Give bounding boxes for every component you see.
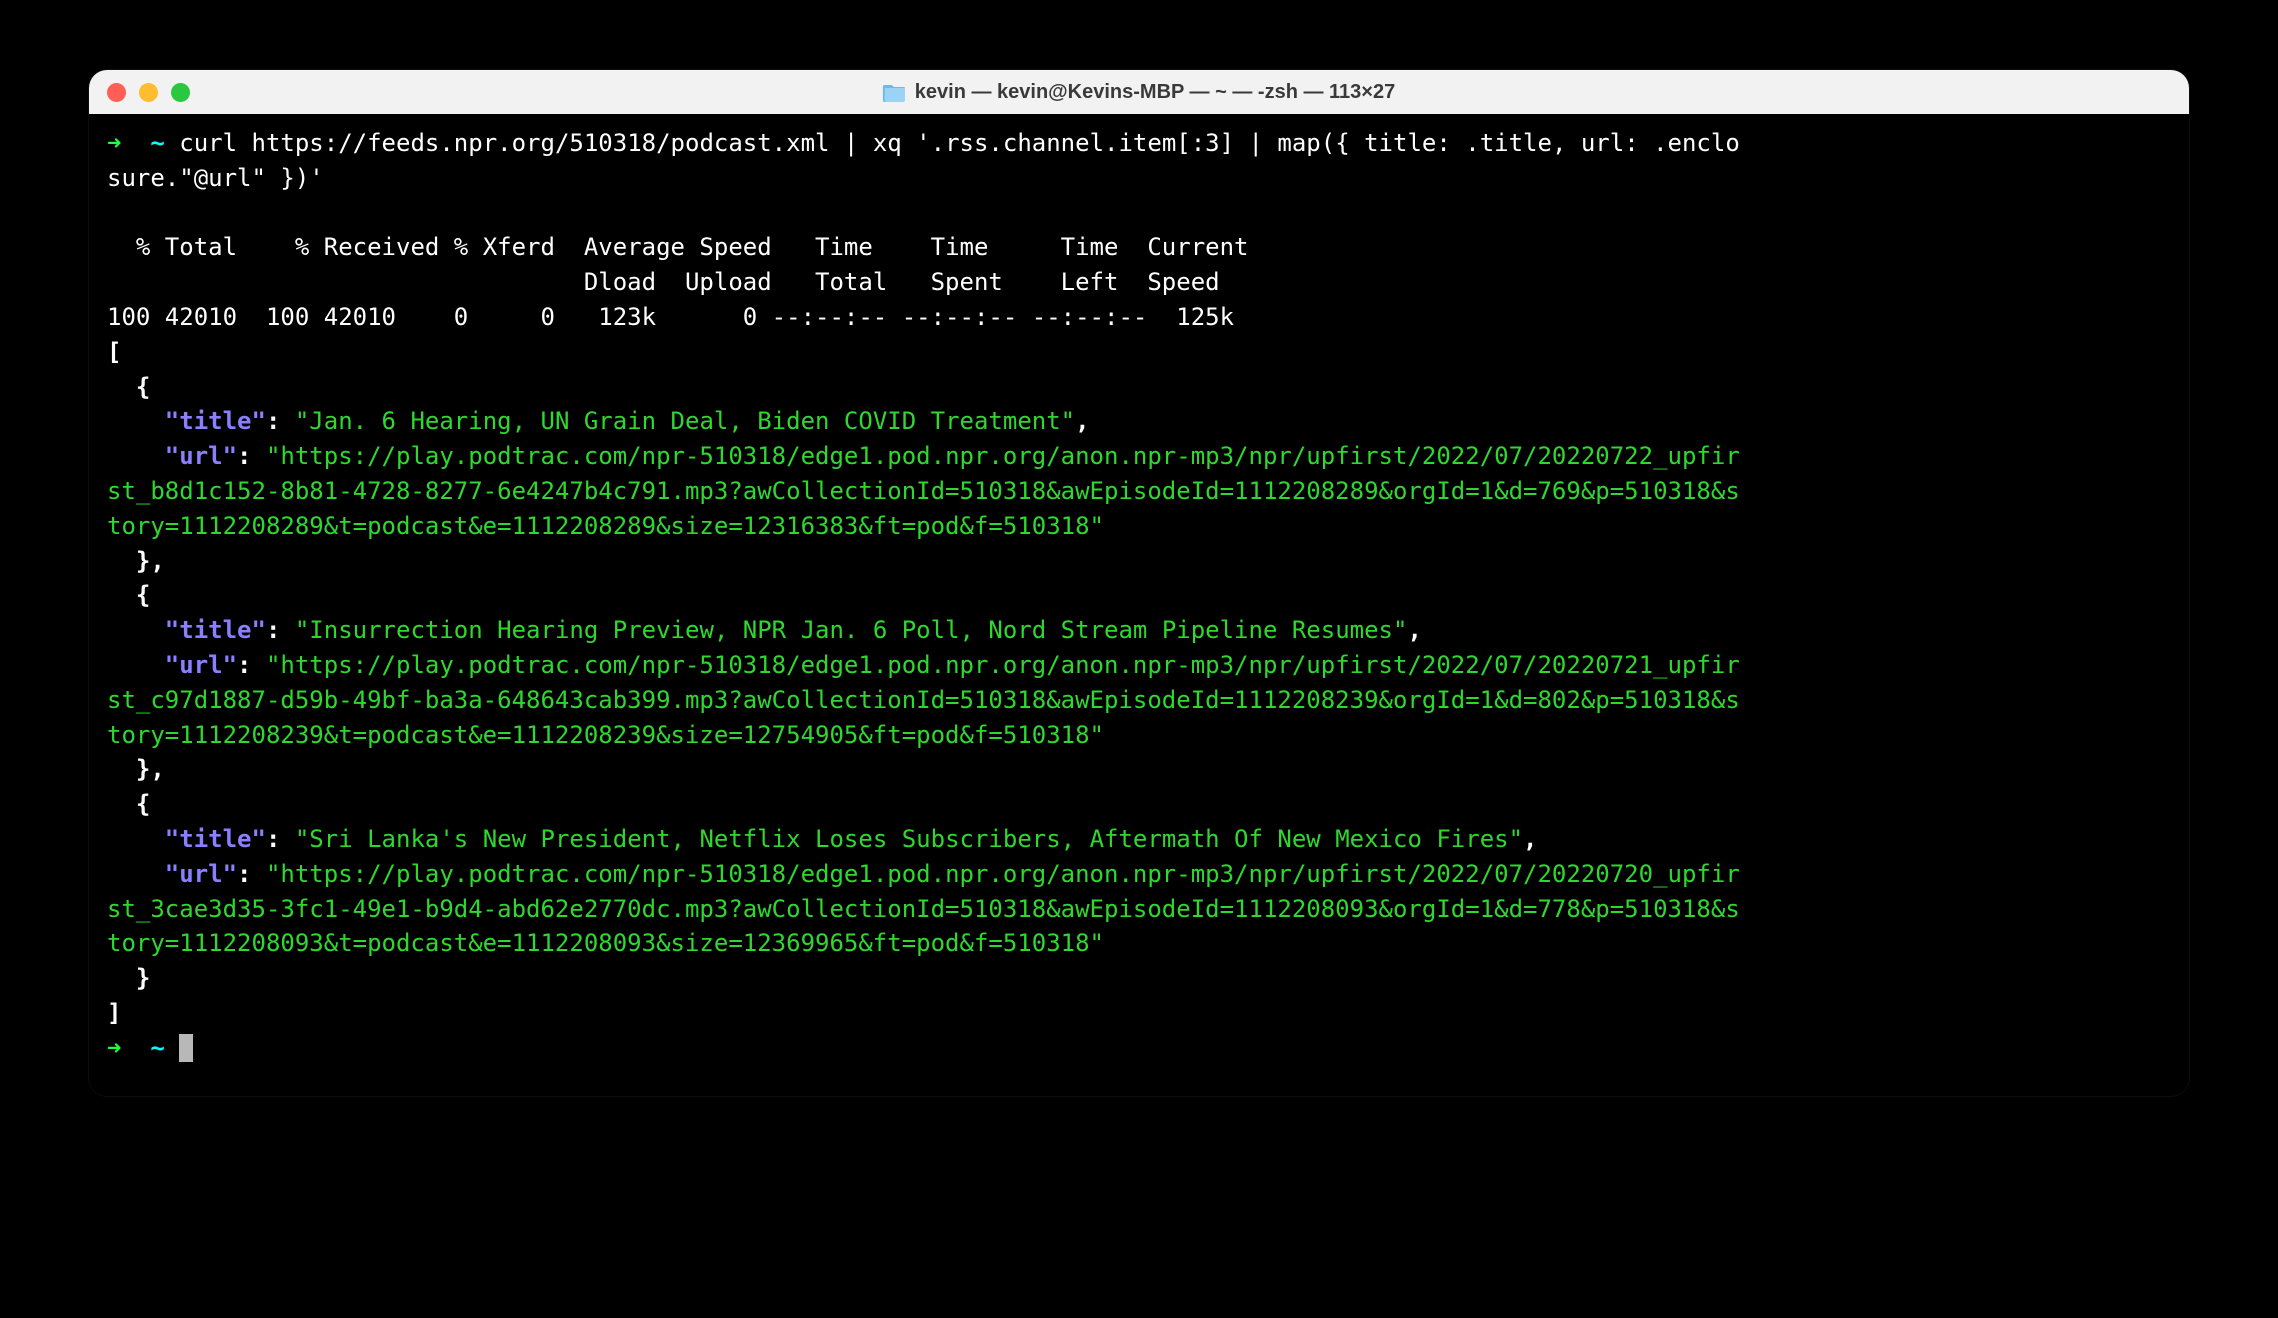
json-comma: ,	[1075, 407, 1089, 435]
traffic-lights	[107, 83, 190, 102]
json-title-value: "Jan. 6 Hearing, UN Grain Deal, Biden CO…	[295, 407, 1075, 435]
json-key-url: "url"	[165, 860, 237, 888]
json-url-value-l2: st_3cae3d35-3fc1-49e1-b9d4-abd62e2770dc.…	[107, 895, 1740, 923]
json-url-value-l1: "https://play.podtrac.com/npr-510318/edg…	[266, 442, 1740, 470]
json-url-value-l1: "https://play.podtrac.com/npr-510318/edg…	[266, 651, 1740, 679]
command-text-line2: sure."@url" })'	[107, 164, 324, 192]
json-key-title: "title"	[165, 616, 266, 644]
json-url-value-l3: tory=1112208289&t=podcast&e=1112208289&s…	[107, 512, 1104, 540]
json-title-value: "Insurrection Hearing Preview, NPR Jan. …	[295, 616, 1408, 644]
json-key-title: "title"	[165, 825, 266, 853]
json-close-brace: }	[136, 547, 150, 575]
window-title: kevin — kevin@Kevins-MBP — ~ — -zsh — 11…	[883, 81, 1395, 104]
json-comma: ,	[150, 755, 164, 783]
json-url-value-l2: st_b8d1c152-8b81-4728-8277-6e4247b4c791.…	[107, 477, 1740, 505]
json-comma: ,	[1407, 616, 1421, 644]
prompt-tilde: ~	[150, 129, 164, 157]
prompt-tilde: ~	[150, 1034, 164, 1062]
terminal-window: kevin — kevin@Kevins-MBP — ~ — -zsh — 11…	[89, 70, 2189, 1096]
json-url-value-l1: "https://play.podtrac.com/npr-510318/edg…	[266, 860, 1740, 888]
json-url-value-l2: st_c97d1887-d59b-49bf-ba3a-648643cab399.…	[107, 686, 1740, 714]
json-key-title: "title"	[165, 407, 266, 435]
json-title-value: "Sri Lanka's New President, Netflix Lose…	[295, 825, 1523, 853]
minimize-button[interactable]	[139, 83, 158, 102]
window-titlebar: kevin — kevin@Kevins-MBP — ~ — -zsh — 11…	[89, 70, 2189, 114]
json-colon: :	[266, 616, 280, 644]
json-close-brace: }	[136, 964, 150, 992]
folder-icon	[883, 82, 907, 102]
cursor	[179, 1034, 193, 1062]
json-colon: :	[237, 651, 251, 679]
terminal-body[interactable]: ➜ ~ curl https://feeds.npr.org/510318/po…	[89, 114, 2189, 1096]
json-open-bracket: [	[107, 338, 121, 366]
json-open-brace: {	[136, 373, 150, 401]
curl-header-2: Dload Upload Total Spent Left Speed	[107, 265, 2171, 300]
prompt-arrow: ➜	[107, 129, 121, 157]
json-url-value-l3: tory=1112208239&t=podcast&e=1112208239&s…	[107, 721, 1104, 749]
json-url-value-l3: tory=1112208093&t=podcast&e=1112208093&s…	[107, 929, 1104, 957]
maximize-button[interactable]	[171, 83, 190, 102]
json-open-brace: {	[136, 581, 150, 609]
json-close-brace: }	[136, 755, 150, 783]
json-colon: :	[237, 860, 251, 888]
json-colon: :	[237, 442, 251, 470]
json-colon: :	[266, 825, 280, 853]
json-comma: ,	[150, 547, 164, 575]
window-title-text: kevin — kevin@Kevins-MBP — ~ — -zsh — 11…	[915, 81, 1395, 104]
curl-progress-row: 100 42010 100 42010 0 0 123k 0 --:--:-- …	[107, 300, 2171, 335]
json-key-url: "url"	[165, 651, 237, 679]
prompt-arrow: ➜	[107, 1034, 121, 1062]
json-comma: ,	[1523, 825, 1537, 853]
json-key-url: "url"	[165, 442, 237, 470]
command-text-line1: curl https://feeds.npr.org/510318/podcas…	[179, 129, 1740, 157]
close-button[interactable]	[107, 83, 126, 102]
json-open-brace: {	[136, 790, 150, 818]
curl-header-1: % Total % Received % Xferd Average Speed…	[107, 230, 2171, 265]
json-close-bracket: ]	[107, 999, 121, 1027]
json-colon: :	[266, 407, 280, 435]
